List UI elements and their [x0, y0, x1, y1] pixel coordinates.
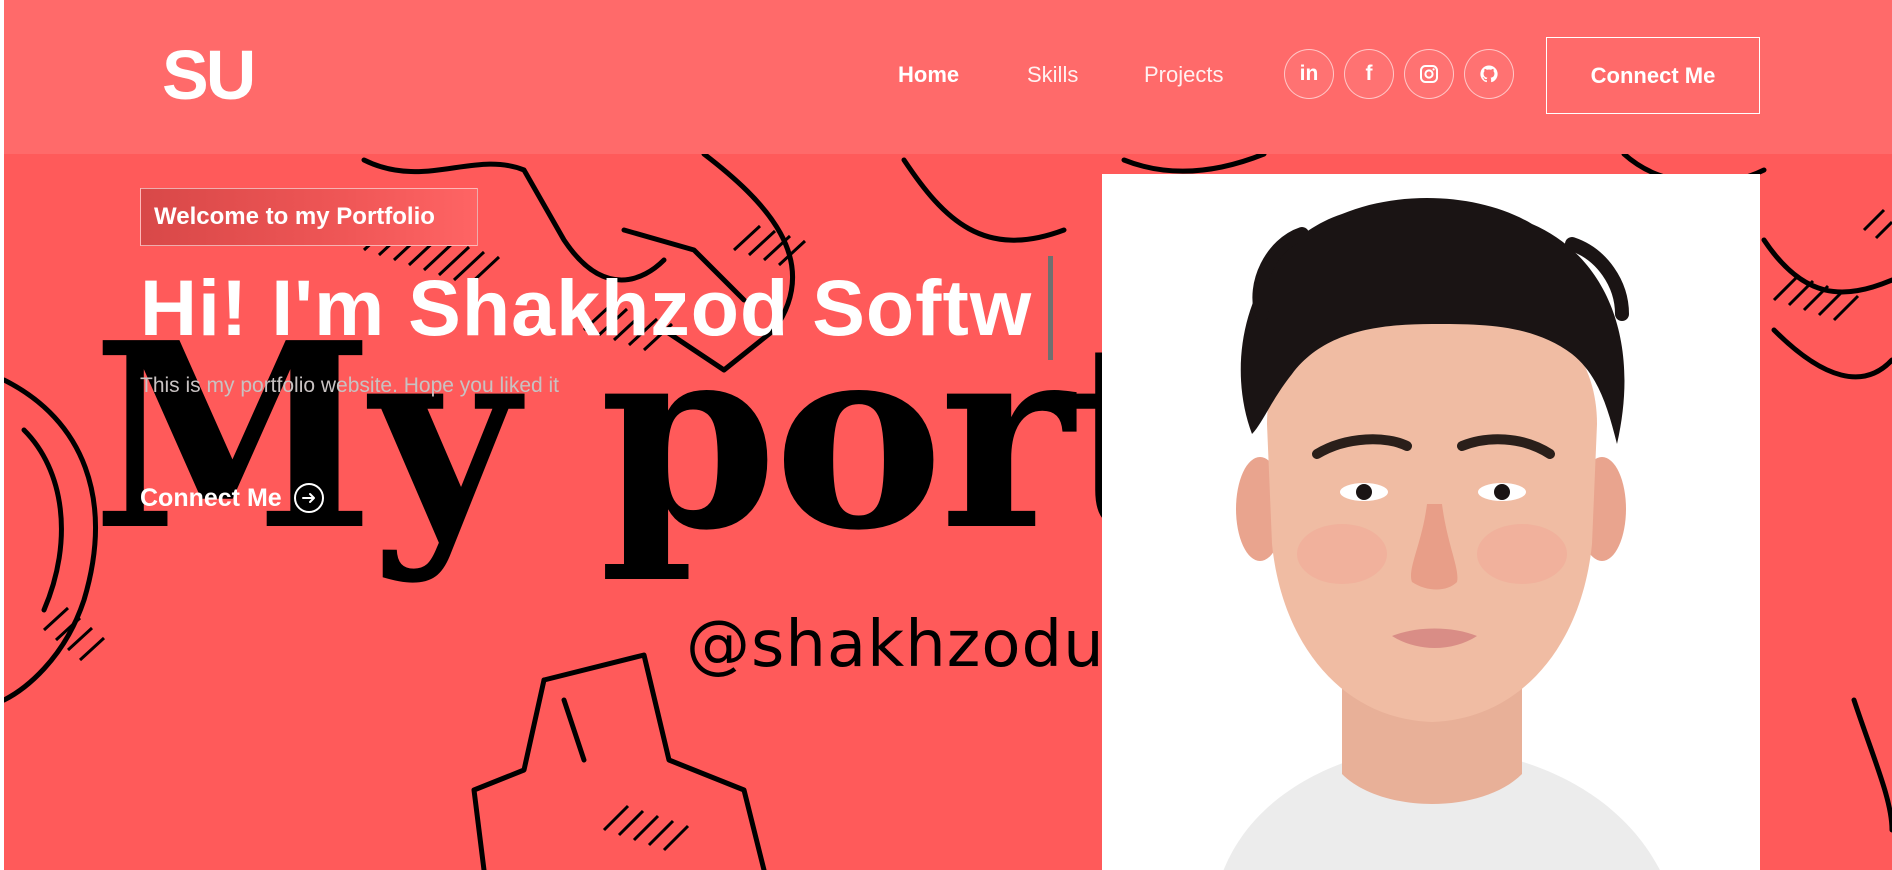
linkedin-button[interactable]: in	[1284, 49, 1334, 99]
nav-link-skills[interactable]: Skills	[1027, 58, 1078, 92]
github-icon	[1480, 65, 1498, 83]
site-logo[interactable]: SU	[162, 38, 256, 112]
navbar: SU Home Skills Projects in f Connect Me	[4, 0, 1892, 154]
hero-subtitle: This is my portfolio website. Hope you l…	[140, 374, 560, 397]
hero-title: Hi! I'm Shakhzod Softw	[140, 263, 1033, 352]
hero-connect-label: Connect Me	[140, 483, 282, 512]
linkedin-icon: in	[1299, 62, 1319, 85]
nav-link-projects[interactable]: Projects	[1144, 58, 1223, 92]
github-button[interactable]	[1464, 49, 1514, 99]
facebook-icon: f	[1365, 62, 1373, 85]
facebook-button[interactable]: f	[1344, 49, 1394, 99]
instagram-icon	[1420, 65, 1438, 83]
page: My port @shakhzoduma SU Home Skills Proj…	[4, 0, 1892, 870]
hero-connect-button[interactable]: Connect Me	[140, 483, 324, 513]
welcome-tagline: Welcome to my Portfolio	[140, 188, 478, 246]
typing-caret	[1048, 256, 1053, 360]
nav-link-home[interactable]: Home	[898, 58, 959, 92]
arrow-right-circle-icon	[293, 483, 324, 513]
profile-photo	[1102, 174, 1760, 870]
instagram-button[interactable]	[1404, 49, 1454, 99]
connect-me-button[interactable]: Connect Me	[1546, 37, 1760, 114]
